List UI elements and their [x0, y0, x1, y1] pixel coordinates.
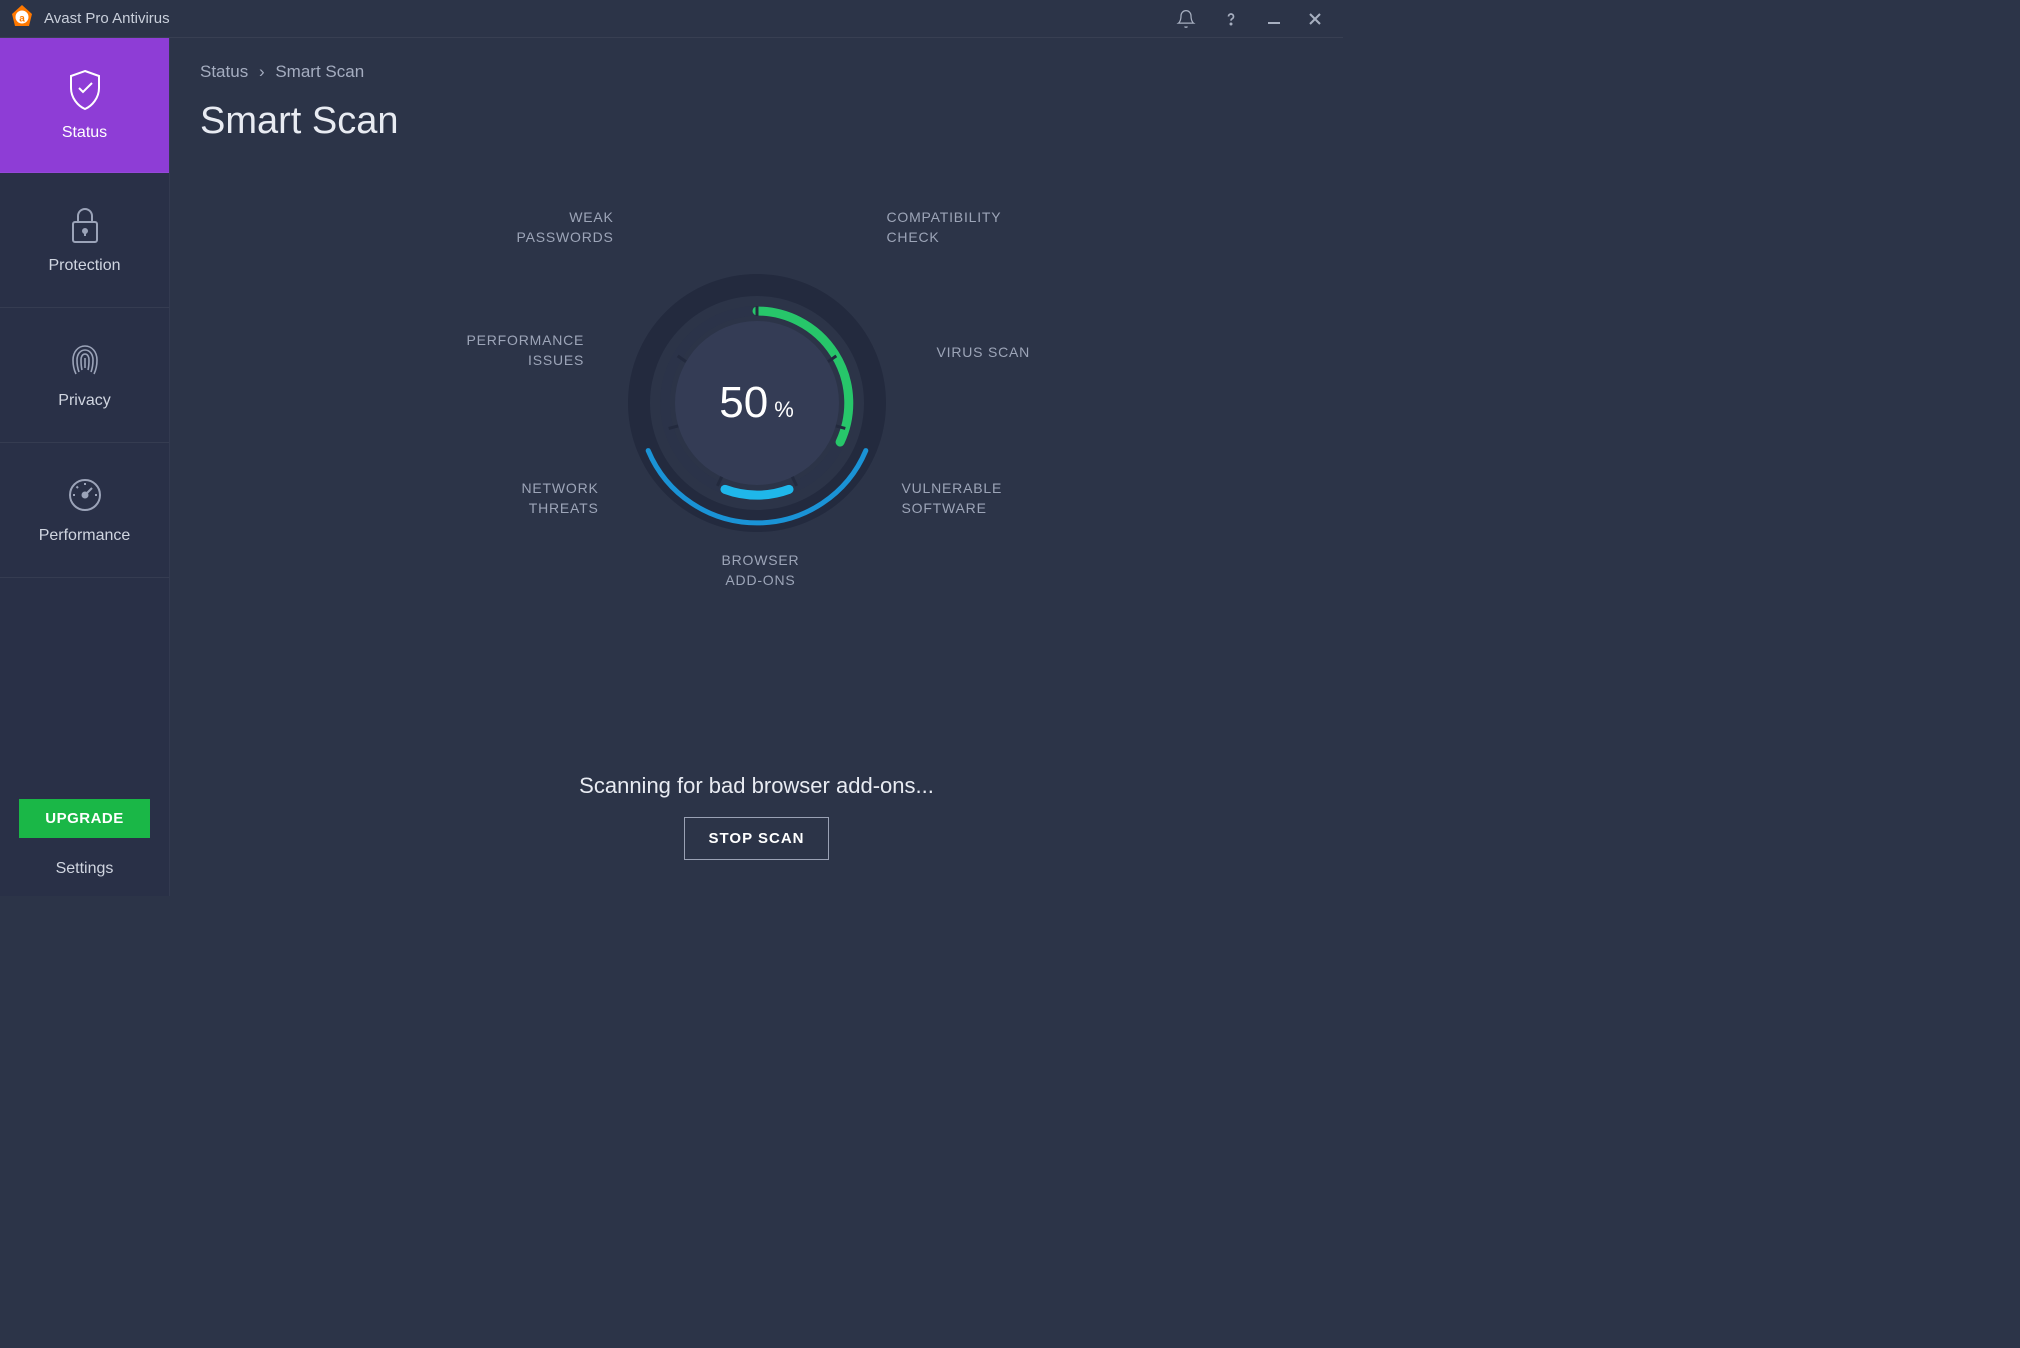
sidebar-item-status[interactable]: Status: [0, 38, 169, 173]
titlebar-left: a Avast Pro Antivirus: [10, 4, 170, 33]
sidebar-item-performance[interactable]: Performance: [0, 443, 169, 578]
sidebar-item-label: Performance: [39, 527, 131, 545]
sidebar-item-label: Status: [62, 124, 107, 142]
sidebar-bottom: UPGRADE Settings: [0, 799, 169, 896]
stop-scan-button[interactable]: STOP SCAN: [684, 817, 830, 860]
scan-percent: 50 %: [719, 378, 794, 428]
avast-logo-icon: a: [10, 4, 34, 33]
scan-percent-value: 50: [719, 378, 768, 428]
settings-link[interactable]: Settings: [56, 860, 114, 878]
fingerprint-icon: [66, 340, 104, 380]
main-content: Status › Smart Scan Smart Scan: [170, 38, 1343, 896]
scan-percent-sign: %: [774, 397, 794, 423]
scan-label-compatibility-check: COMPATIBILITY CHECK: [887, 208, 1002, 247]
breadcrumb: Status › Smart Scan: [200, 62, 1313, 82]
chevron-right-icon: ›: [259, 62, 265, 81]
sidebar-item-privacy[interactable]: Privacy: [0, 308, 169, 443]
sidebar-item-protection[interactable]: Protection: [0, 173, 169, 308]
scan-label-virus-scan: VIRUS SCAN: [937, 343, 1031, 363]
sidebar-item-label: Privacy: [58, 392, 110, 410]
scan-label-performance-issues: PERFORMANCE ISSUES: [467, 331, 585, 370]
breadcrumb-item[interactable]: Status: [200, 62, 248, 81]
scan-status-text: Scanning for bad browser add-ons...: [200, 773, 1313, 799]
help-icon[interactable]: [1221, 9, 1241, 29]
sidebar: Status Protection: [0, 38, 170, 896]
scan-label-network-threats: NETWORK THREATS: [522, 479, 599, 518]
sidebar-item-label: Protection: [48, 257, 120, 275]
scan-label-browser-addons: BROWSER ADD-ONS: [722, 551, 800, 590]
scan-label-vulnerable-software: VULNERABLE SOFTWARE: [902, 479, 1003, 518]
scan-dial-area: 50 % WEAK PASSWORDS COMPATIBILITY CHECK …: [200, 203, 1313, 773]
titlebar-controls: [1176, 9, 1333, 29]
minimize-icon[interactable]: [1266, 11, 1282, 27]
close-icon[interactable]: [1307, 11, 1323, 27]
shield-check-icon: [65, 68, 105, 112]
page-title: Smart Scan: [200, 100, 1313, 143]
app-title: Avast Pro Antivirus: [44, 10, 170, 27]
titlebar: a Avast Pro Antivirus: [0, 0, 1343, 38]
scan-label-weak-passwords: WEAK PASSWORDS: [517, 208, 614, 247]
breadcrumb-item: Smart Scan: [275, 62, 364, 81]
upgrade-button[interactable]: UPGRADE: [19, 799, 150, 838]
bell-icon[interactable]: [1176, 9, 1196, 29]
lock-icon: [68, 205, 102, 245]
gauge-icon: [65, 475, 105, 515]
svg-text:a: a: [19, 14, 25, 25]
